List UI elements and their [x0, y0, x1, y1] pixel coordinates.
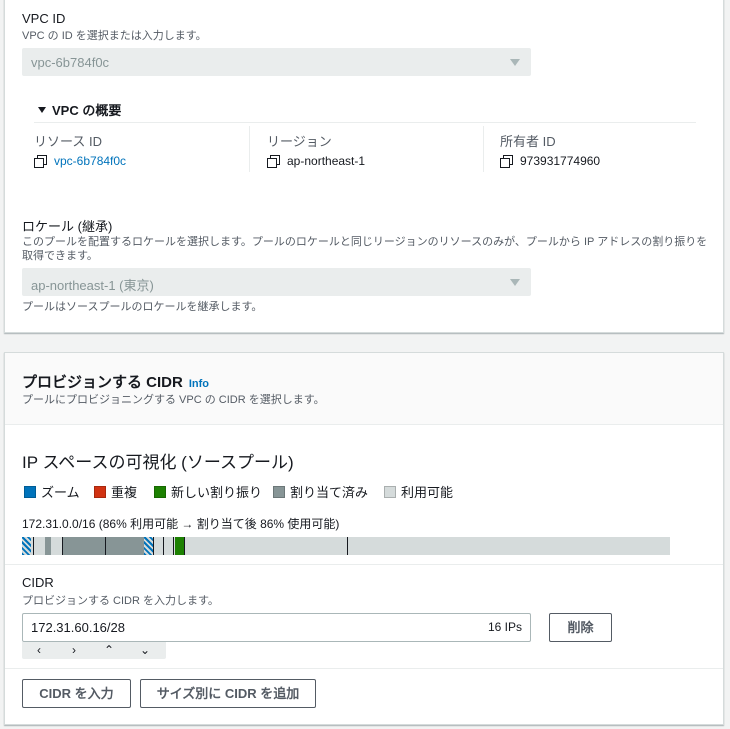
vpc-settings-panel: VPC ID VPC の ID を選択または入力します。 vpc-6b784f0… — [4, 0, 724, 333]
vpc-id-label: VPC ID — [22, 11, 66, 26]
info-link[interactable]: Info — [189, 378, 209, 390]
bar-tick — [33, 537, 34, 555]
ip-space-bar — [22, 537, 670, 555]
provision-title: プロビジョンする CIDR — [22, 374, 183, 391]
panel-title: プロビジョンする CIDR Info — [22, 371, 209, 392]
copy-icon[interactable] — [267, 155, 280, 168]
chevron-left-icon[interactable]: ‹ — [26, 642, 52, 659]
legend-new-allocation: 新しい割り振り — [154, 482, 262, 501]
overview-divider — [34, 122, 696, 123]
bar-tick — [173, 537, 174, 555]
caret-down-icon — [510, 279, 520, 286]
legend-swatch — [273, 486, 285, 498]
provision-cidr-panel: プロビジョンする CIDR Info プールにプロビジョニングする VPC の C… — [4, 352, 724, 725]
bar-tick — [347, 537, 348, 555]
cidr-description: プロビジョンする CIDR を入力します。 — [22, 595, 219, 607]
copy-icon[interactable] — [500, 155, 513, 168]
enter-cidr-button[interactable]: CIDR を入力 — [22, 679, 131, 708]
bar-tick — [153, 537, 154, 555]
add-cidr-by-size-button[interactable]: サイズ別に CIDR を追加 — [140, 679, 316, 708]
vpc-overview-toggle[interactable]: VPC の概要 — [38, 100, 121, 119]
bar-segment-zoom — [144, 537, 153, 555]
legend-swatch — [24, 486, 36, 498]
cidr-input[interactable]: 172.31.60.16/28 16 IPs — [22, 613, 531, 642]
locale-hint: プールはソースプールのロケールを継承します。 — [22, 301, 263, 313]
cidr-ip-count: 16 IPs — [487, 620, 522, 634]
owner-id-label: 所有者 ID — [500, 134, 556, 149]
delete-button[interactable]: 削除 — [549, 613, 612, 642]
locale-label: ロケール (継承) — [22, 219, 113, 234]
region-value: ap-northeast-1 — [267, 154, 365, 168]
cidr-input-value: 172.31.60.16/28 — [31, 620, 125, 635]
locale-description: このプールを配置するロケールを選択します。プールのロケールと同じリージョンのリソ… — [22, 236, 708, 262]
chevron-up-icon[interactable]: ⌃ — [96, 642, 122, 659]
locale-select[interactable]: ap-northeast-1 (東京) — [22, 268, 531, 296]
legend-swatch — [154, 486, 166, 498]
pool-summary: 172.31.0.0/16 (86% 利用可能 → 割り当て後 86% 使用可能… — [22, 517, 340, 531]
owner-id-value: 973931774960 — [500, 154, 600, 168]
cidr-label: CIDR — [22, 575, 54, 590]
bar-segment-allocated — [63, 537, 144, 555]
bar-segment-allocated — [45, 537, 51, 555]
column-divider — [483, 126, 484, 172]
cidr-stepper: ‹ › ⌃ ⌄ — [22, 642, 166, 659]
legend-swatch — [384, 486, 396, 498]
vpc-id-select[interactable]: vpc-6b784f0c — [22, 48, 531, 76]
chevron-down-icon[interactable]: ⌄ — [132, 642, 158, 659]
provision-description: プールにプロビジョニングする VPC の CIDR を選択します。 — [22, 394, 325, 406]
vpc-id-description: VPC の ID を選択または入力します。 — [22, 30, 207, 42]
caret-down-icon — [38, 107, 46, 113]
column-divider — [249, 126, 250, 172]
resource-id-value[interactable]: vpc-6b784f0c — [34, 154, 126, 168]
bar-tick — [184, 537, 185, 555]
legend-allocated: 割り当て済み — [273, 482, 368, 501]
bar-segment-zoom — [22, 537, 31, 555]
copy-icon[interactable] — [34, 155, 47, 168]
panel-header: プロビジョンする CIDR Info プールにプロビジョニングする VPC の C… — [5, 353, 723, 425]
section-divider — [5, 668, 723, 669]
chevron-right-icon[interactable]: › — [61, 642, 87, 659]
locale-selected-value: ap-northeast-1 (東京) — [31, 278, 154, 293]
caret-down-icon — [510, 59, 520, 66]
region-label: リージョン — [267, 134, 332, 149]
legend-swatch — [94, 486, 106, 498]
bar-segment-new-allocation — [175, 537, 184, 555]
resource-id-label: リソース ID — [34, 134, 102, 149]
ip-space-title: IP スペースの可視化 (ソースプール) — [22, 453, 294, 472]
bar-tick — [163, 537, 164, 555]
bar-tick — [105, 537, 106, 555]
legend-available: 利用可能 — [384, 482, 453, 501]
legend-zoom: ズーム — [24, 482, 80, 501]
vpc-id-selected-value: vpc-6b784f0c — [31, 55, 110, 70]
section-divider — [5, 564, 723, 565]
legend-overlap: 重複 — [94, 482, 137, 501]
vpc-overview-title: VPC の概要 — [52, 103, 122, 118]
